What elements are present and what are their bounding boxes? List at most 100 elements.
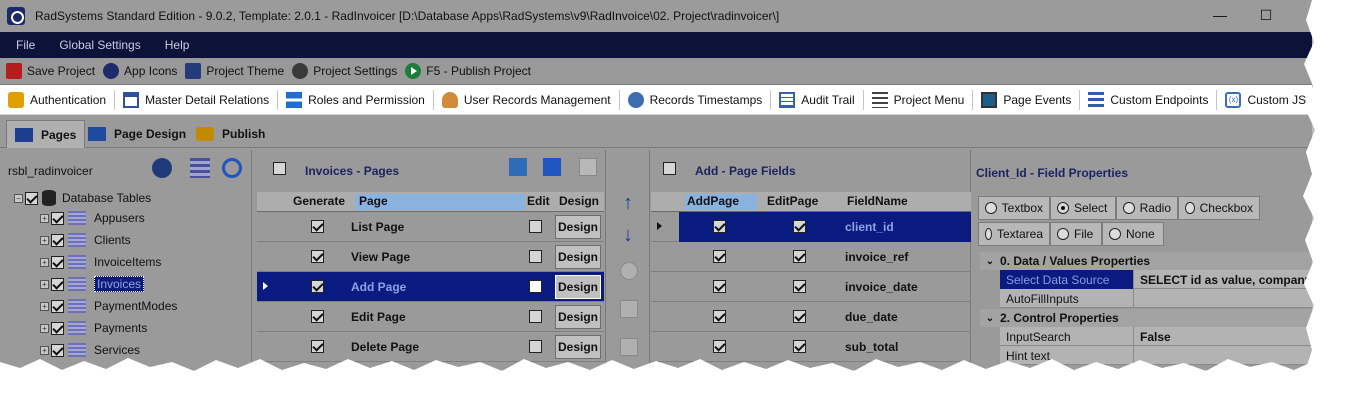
editpage-checkbox[interactable] bbox=[793, 310, 806, 323]
roles-permission-button[interactable]: Roles and Permission bbox=[278, 89, 434, 110]
page-row-list[interactable]: List Page Design bbox=[257, 212, 604, 242]
select-all-fields-checkbox[interactable] bbox=[663, 162, 676, 175]
prop-autofill-inputs[interactable]: AutoFillInputs bbox=[1000, 289, 1312, 308]
design-button[interactable]: Design bbox=[555, 245, 601, 269]
tree-item-paymentmodes[interactable]: + PaymentModes bbox=[40, 296, 177, 316]
control-file[interactable]: File bbox=[1050, 222, 1102, 246]
checkbox-radio[interactable] bbox=[1185, 202, 1195, 214]
field-row-invoice-date[interactable]: invoice_date bbox=[651, 272, 971, 302]
edit-checkbox[interactable] bbox=[529, 280, 542, 293]
expand-icon[interactable]: + bbox=[40, 301, 49, 311]
page-row-add[interactable]: Add Page Design bbox=[257, 272, 604, 302]
generate-checkbox[interactable] bbox=[311, 280, 324, 293]
design-button[interactable]: Design bbox=[555, 215, 601, 239]
custom-endpoints-button[interactable]: Custom Endpoints bbox=[1080, 89, 1218, 110]
generate-checkbox[interactable] bbox=[311, 310, 324, 323]
tree-item-checkbox[interactable] bbox=[51, 233, 64, 247]
edit-checkbox[interactable] bbox=[529, 220, 542, 233]
edit-checkbox[interactable] bbox=[529, 250, 542, 263]
settings-gear-icon[interactable] bbox=[152, 158, 172, 178]
addpage-checkbox[interactable] bbox=[713, 250, 726, 263]
audit-trail-button[interactable]: Audit Trail bbox=[771, 89, 864, 110]
menu-help[interactable]: Help bbox=[165, 38, 190, 52]
maximize-button[interactable]: ☐ bbox=[1251, 6, 1281, 26]
select-all-pages-checkbox[interactable] bbox=[273, 162, 286, 175]
control-textbox[interactable]: Textbox bbox=[978, 196, 1050, 220]
menu-file[interactable]: File bbox=[16, 38, 35, 52]
tree-item-appusers[interactable]: + Appusers bbox=[40, 208, 145, 228]
collapse-icon[interactable]: − bbox=[14, 193, 23, 203]
prop-value[interactable]: SELECT id as value, company_na bbox=[1140, 273, 1310, 287]
prop-input-search[interactable]: InputSearch False bbox=[1000, 327, 1312, 346]
tree-item-checkbox[interactable] bbox=[51, 255, 64, 269]
prop-select-data-source[interactable]: Select Data Source SELECT id as value, co… bbox=[1000, 270, 1312, 289]
project-theme-button[interactable]: Project Theme bbox=[185, 63, 284, 79]
control-checkbox[interactable]: Checkbox bbox=[1178, 196, 1260, 220]
page-row-view[interactable]: View Page Design bbox=[257, 242, 604, 272]
addpage-checkbox[interactable] bbox=[713, 280, 726, 293]
editpage-checkbox[interactable] bbox=[793, 250, 806, 263]
page-row-edit[interactable]: Edit Page Design bbox=[257, 302, 604, 332]
project-menu-button[interactable]: Project Menu bbox=[864, 89, 974, 110]
tree-item-checkbox[interactable] bbox=[51, 299, 64, 313]
tree-item-invoiceitems[interactable]: + InvoiceItems bbox=[40, 252, 161, 272]
file-radio[interactable] bbox=[1057, 228, 1069, 240]
prop-value[interactable]: False bbox=[1140, 330, 1310, 344]
design-button[interactable]: Design bbox=[555, 275, 601, 299]
expand-icon[interactable]: + bbox=[40, 213, 49, 223]
refresh-icon[interactable] bbox=[222, 158, 242, 178]
save-project-button[interactable]: Save Project bbox=[6, 63, 95, 79]
field-row-client-id[interactable]: client_id bbox=[651, 212, 971, 242]
tree-item-checkbox[interactable] bbox=[51, 211, 64, 225]
textbox-radio[interactable] bbox=[985, 202, 997, 214]
control-textarea[interactable]: Textarea bbox=[978, 222, 1050, 246]
app-icons-button[interactable]: App Icons bbox=[103, 63, 177, 79]
field-row-due-date[interactable]: due_date bbox=[651, 302, 971, 332]
table-settings-icon[interactable] bbox=[190, 158, 210, 178]
tab-publish[interactable]: Publish bbox=[188, 120, 273, 148]
collapse-section-icon[interactable]: ⌄ bbox=[980, 256, 1000, 267]
add-field-icon[interactable] bbox=[620, 262, 638, 280]
textarea-radio[interactable] bbox=[985, 228, 992, 240]
control-radio[interactable]: Radio bbox=[1116, 196, 1178, 220]
expand-icon[interactable]: + bbox=[40, 323, 49, 333]
editpage-checkbox[interactable] bbox=[793, 220, 806, 233]
master-detail-button[interactable]: Master Detail Relations bbox=[115, 89, 279, 110]
expand-icon[interactable]: + bbox=[40, 279, 49, 289]
delete-page-icon[interactable] bbox=[579, 158, 597, 176]
expand-icon[interactable]: + bbox=[40, 235, 49, 245]
generate-checkbox[interactable] bbox=[311, 220, 324, 233]
none-radio[interactable] bbox=[1109, 228, 1121, 240]
edit-field-icon[interactable] bbox=[620, 300, 638, 318]
tree-item-invoices[interactable]: + Invoices bbox=[40, 274, 145, 294]
add-page-icon[interactable] bbox=[509, 158, 527, 176]
publish-project-button[interactable]: F5 - Publish Project bbox=[405, 63, 531, 79]
menu-global-settings[interactable]: Global Settings bbox=[59, 38, 140, 52]
addpage-checkbox[interactable] bbox=[713, 220, 726, 233]
authentication-button[interactable]: Authentication bbox=[0, 89, 116, 110]
tree-item-checkbox[interactable] bbox=[51, 321, 64, 335]
user-records-button[interactable]: User Records Management bbox=[434, 89, 620, 110]
edit-checkbox[interactable] bbox=[529, 310, 542, 323]
tree-item-payments[interactable]: + Payments bbox=[40, 318, 147, 338]
tree-item-checkbox[interactable] bbox=[51, 277, 64, 291]
copy-page-icon[interactable] bbox=[543, 158, 561, 176]
page-events-button[interactable]: Page Events bbox=[973, 89, 1081, 110]
tab-page-design[interactable]: Page Design bbox=[80, 120, 194, 148]
field-row-invoice-ref[interactable]: invoice_ref bbox=[651, 242, 971, 272]
tab-pages[interactable]: Pages bbox=[6, 120, 86, 148]
editpage-checkbox[interactable] bbox=[793, 280, 806, 293]
move-up-arrow-icon[interactable]: ↑ bbox=[619, 192, 637, 214]
tree-item-clients[interactable]: + Clients bbox=[40, 230, 131, 250]
move-down-arrow-icon[interactable]: ↓ bbox=[619, 224, 637, 246]
section-data-values[interactable]: ⌄ 0. Data / Values Properties bbox=[980, 252, 1312, 270]
select-radio[interactable] bbox=[1057, 202, 1069, 214]
radio-radio[interactable] bbox=[1123, 202, 1135, 214]
section-control-properties[interactable]: ⌄ 2. Control Properties bbox=[980, 309, 1312, 327]
generate-checkbox[interactable] bbox=[311, 250, 324, 263]
addpage-checkbox[interactable] bbox=[713, 310, 726, 323]
expand-icon[interactable]: + bbox=[40, 257, 49, 267]
control-select[interactable]: Select bbox=[1050, 196, 1116, 220]
collapse-section-icon[interactable]: ⌄ bbox=[980, 313, 1000, 324]
control-none[interactable]: None bbox=[1102, 222, 1164, 246]
